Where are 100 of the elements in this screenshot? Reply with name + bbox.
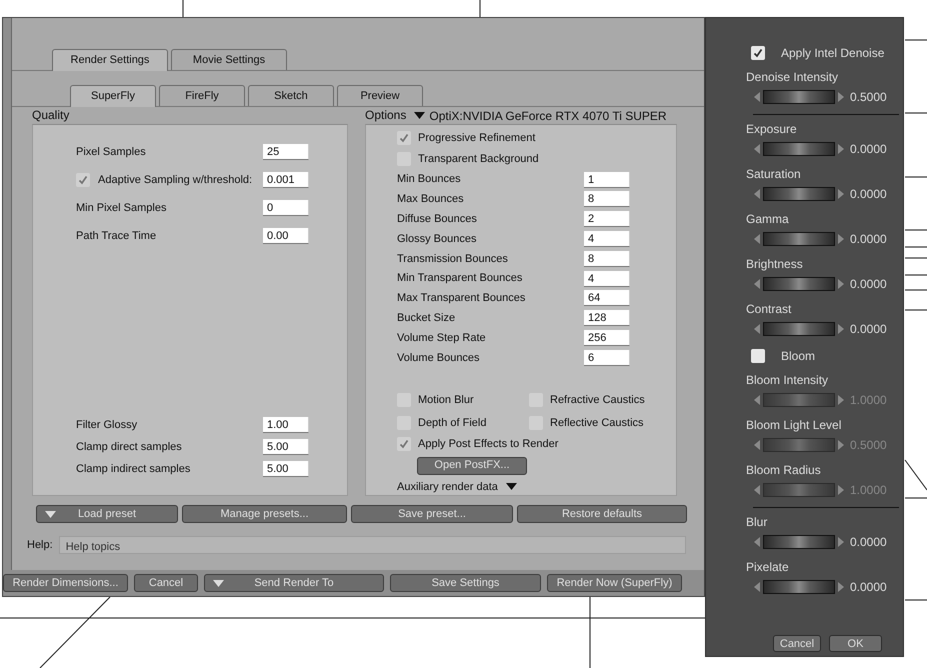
dropdown-button[interactable]: Send Render To xyxy=(204,574,384,592)
arrow-right-icon[interactable] xyxy=(838,394,844,404)
input-field[interactable]: 6 xyxy=(584,350,630,366)
input-field[interactable]: 128 xyxy=(584,310,630,326)
input-field[interactable]: 2 xyxy=(584,211,630,228)
dropdown-button[interactable]: Load preset xyxy=(36,505,178,523)
slider-value: 0.0000 xyxy=(850,276,887,292)
field-label: Transmission Bounces xyxy=(397,252,508,266)
action-button[interactable]: Save preset... xyxy=(351,505,513,523)
tab[interactable]: Render Settings xyxy=(52,48,168,71)
tab[interactable]: FireFly xyxy=(159,84,245,106)
arrow-right-icon[interactable] xyxy=(838,278,844,288)
arrow-right-icon[interactable] xyxy=(838,92,844,102)
arrow-right-icon[interactable] xyxy=(838,144,844,154)
action-button[interactable]: Restore defaults xyxy=(517,505,687,523)
field-label: Min Transparent Bounces xyxy=(397,271,522,286)
slider-track[interactable] xyxy=(763,276,835,290)
field-label: Volume Step Rate xyxy=(397,330,486,346)
open-postfx-button[interactable]: Open PostFX... xyxy=(417,456,527,475)
slider-track[interactable] xyxy=(763,90,835,104)
arrow-right-icon[interactable] xyxy=(838,582,844,592)
slider-track[interactable] xyxy=(763,438,835,452)
wireframe-line xyxy=(904,460,927,490)
slider-track[interactable] xyxy=(763,142,835,156)
device-dropdown[interactable]: OptiX:NVIDIA GeForce RTX 4070 Ti SUPER xyxy=(414,106,667,124)
input-field[interactable]: 5.00 xyxy=(263,439,309,455)
tab[interactable]: Sketch xyxy=(248,84,334,106)
slider-value: 1.0000 xyxy=(850,392,887,408)
caret-icon[interactable] xyxy=(506,483,517,490)
arrow-left-icon[interactable] xyxy=(754,582,760,592)
slider-label: Bloom Intensity xyxy=(746,372,830,389)
input-field[interactable]: 5.00 xyxy=(263,461,309,477)
field-label: Volume Bounces xyxy=(397,350,480,366)
arrow-left-icon[interactable] xyxy=(754,92,760,102)
slider-track[interactable] xyxy=(763,534,835,548)
action-button[interactable]: Render Dimensions... xyxy=(3,574,128,592)
arrow-right-icon[interactable] xyxy=(838,234,844,244)
checkbox-label: Apply Intel Denoise xyxy=(781,45,884,62)
arrow-left-icon[interactable] xyxy=(754,234,760,244)
checkbox[interactable] xyxy=(751,349,765,363)
arrow-left-icon[interactable] xyxy=(754,440,760,450)
section-title: Quality xyxy=(32,107,70,124)
arrow-right-icon[interactable] xyxy=(838,536,844,546)
slider-track[interactable] xyxy=(763,482,835,496)
input-field[interactable]: 4 xyxy=(584,270,630,287)
cancel-button[interactable]: Cancel xyxy=(773,635,821,652)
arrow-right-icon[interactable] xyxy=(838,440,844,450)
slider-track[interactable] xyxy=(763,232,835,246)
field-label: Max Bounces xyxy=(397,192,464,208)
arrow-right-icon[interactable] xyxy=(838,324,844,334)
checkbox[interactable] xyxy=(76,173,90,187)
input-field[interactable]: 256 xyxy=(584,330,630,346)
slider-label: Pixelate xyxy=(746,559,790,576)
arrow-left-icon[interactable] xyxy=(754,394,760,404)
field-label: Path Trace Time xyxy=(76,228,156,244)
slider-track[interactable] xyxy=(763,580,835,594)
field-label: Diffuse Bounces xyxy=(397,212,477,227)
input-field[interactable]: 0 xyxy=(263,200,309,216)
ok-button[interactable]: OK xyxy=(829,635,882,652)
slider-label: Denoise Intensity xyxy=(746,69,840,86)
action-button[interactable]: Cancel xyxy=(134,574,198,592)
arrow-right-icon[interactable] xyxy=(838,188,844,198)
slider-track[interactable] xyxy=(763,322,835,336)
arrow-left-icon[interactable] xyxy=(754,188,760,198)
arrow-left-icon[interactable] xyxy=(754,324,760,334)
checkbox[interactable] xyxy=(751,46,765,60)
tab[interactable]: SuperFly xyxy=(70,84,156,107)
tab[interactable]: Movie Settings xyxy=(171,48,287,70)
input-field[interactable]: 4 xyxy=(584,230,630,247)
checkbox[interactable] xyxy=(397,437,411,452)
action-button[interactable]: Manage presets... xyxy=(182,505,347,523)
input-field[interactable]: 64 xyxy=(584,290,630,306)
field-label: Pixel Samples xyxy=(76,144,146,160)
dropdown-label[interactable]: Auxiliary render data xyxy=(397,478,498,496)
tab[interactable]: Preview xyxy=(337,84,423,106)
input-field[interactable]: 1 xyxy=(584,172,630,188)
caret-icon xyxy=(213,580,224,587)
help-field: Help topics xyxy=(58,536,686,554)
input-field[interactable]: 0.00 xyxy=(263,228,309,244)
caret-icon xyxy=(45,511,56,518)
action-button[interactable]: Render Now (SuperFly) xyxy=(547,574,682,592)
checkbox[interactable] xyxy=(397,131,411,146)
arrow-left-icon[interactable] xyxy=(754,536,760,546)
input-field[interactable]: 8 xyxy=(584,191,630,208)
slider-track[interactable] xyxy=(763,186,835,200)
slider-value: 0.5000 xyxy=(850,88,887,106)
action-button[interactable]: Save Settings xyxy=(390,574,541,592)
input-field[interactable]: 25 xyxy=(263,144,309,160)
arrow-left-icon[interactable] xyxy=(754,278,760,288)
input-field[interactable]: 1.00 xyxy=(263,417,309,433)
caret-icon xyxy=(414,112,426,119)
arrow-left-icon[interactable] xyxy=(754,484,760,494)
slider-value: 0.0000 xyxy=(850,320,887,338)
slider-track[interactable] xyxy=(763,392,835,406)
arrow-left-icon[interactable] xyxy=(754,144,760,154)
slider-label: Brightness xyxy=(746,256,804,273)
field-label: Clamp indirect samples xyxy=(76,462,190,477)
arrow-right-icon[interactable] xyxy=(838,484,844,494)
input-field[interactable]: 0.001 xyxy=(263,172,309,188)
input-field[interactable]: 8 xyxy=(584,250,630,267)
